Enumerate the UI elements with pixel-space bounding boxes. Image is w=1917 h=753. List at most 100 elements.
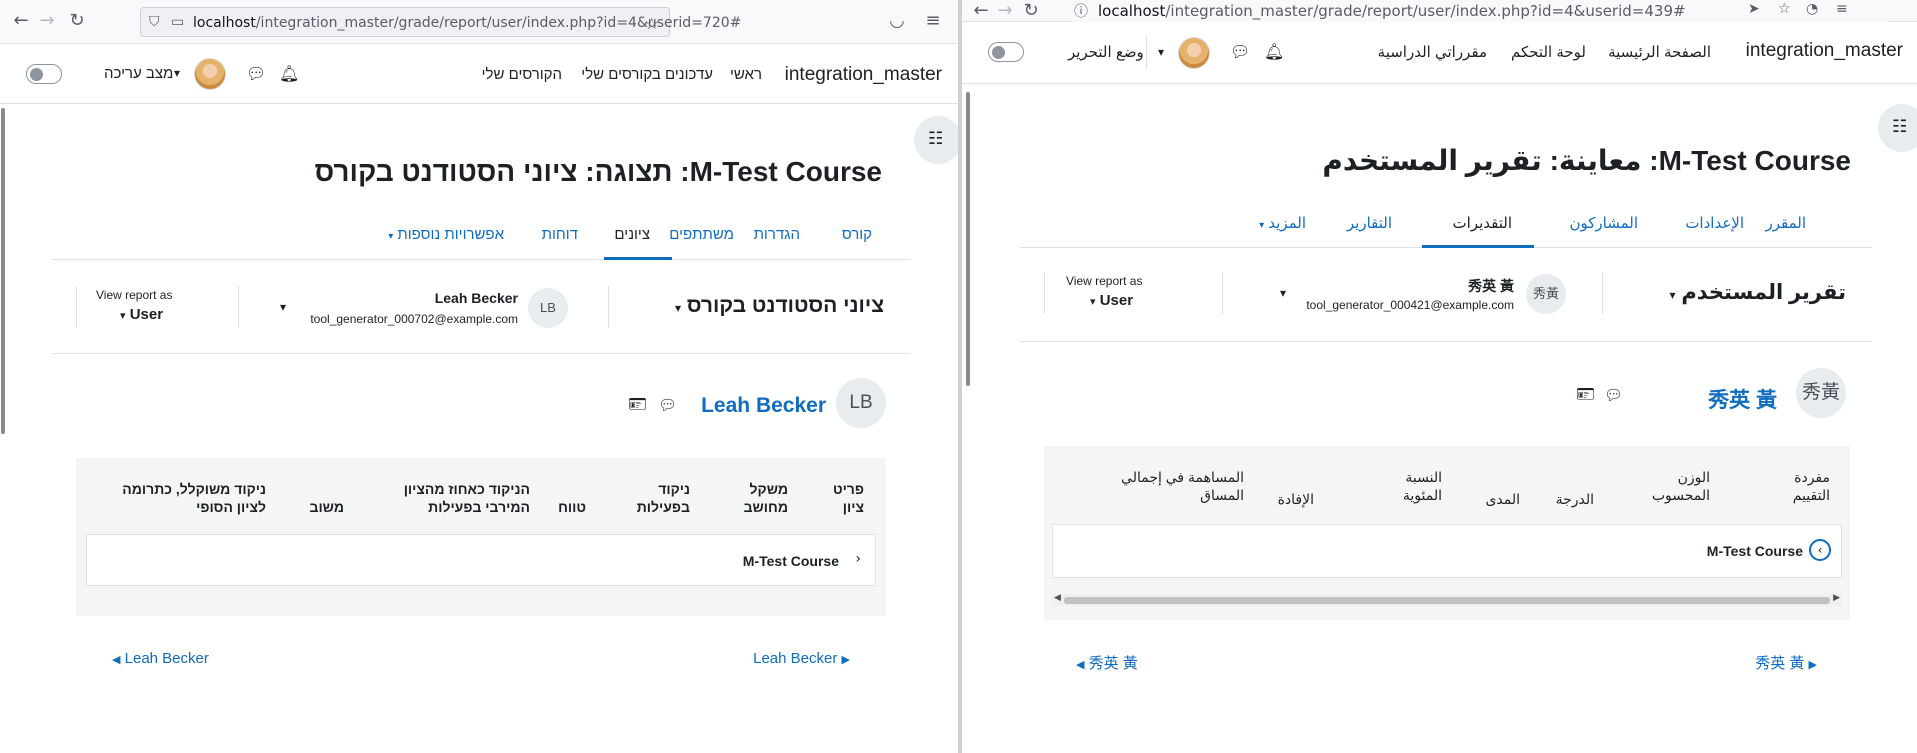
user-big-avatar: LB xyxy=(836,378,886,428)
url-text[interactable]: localhost/integration_master/grade/repor… xyxy=(1098,2,1686,20)
tab-settings[interactable]: הגדרות xyxy=(754,226,800,243)
moodle-navbar: integration_master الصفحة الرئيسية لوحة … xyxy=(962,22,1917,84)
scroll-left-icon[interactable]: ◀ xyxy=(1054,593,1061,603)
star-icon[interactable]: ☆ xyxy=(1778,1,1791,17)
nav-home[interactable]: ראשי xyxy=(730,66,762,83)
menu-icon[interactable]: ≡ xyxy=(922,10,944,32)
chevron-down-icon: ▾ xyxy=(1669,288,1676,302)
edit-mode-toggle[interactable] xyxy=(988,42,1024,62)
col-calculated-weight: משקל מחושב xyxy=(743,481,788,515)
url-text[interactable]: localhost/integration_master/grade/repor… xyxy=(193,15,741,31)
user-selector-chevron-icon[interactable]: ▾ xyxy=(1280,286,1286,300)
chevron-down-icon[interactable]: ▾ xyxy=(174,66,180,80)
index-drawer-icon: ☷ xyxy=(1892,117,1908,137)
report-selector[interactable]: تقرير المستخدم ▾ xyxy=(1670,280,1846,305)
collapse-chevron-icon[interactable]: › xyxy=(855,551,861,567)
menu-icon[interactable]: ≡ xyxy=(1836,1,1848,17)
chevron-down-icon: ▾ xyxy=(1090,295,1096,308)
tab-grades[interactable]: ציונים xyxy=(614,226,650,243)
chat-icon[interactable]: 💬︎ xyxy=(1604,386,1623,404)
edit-mode-label: מצב עריכה xyxy=(104,65,174,82)
tab-more[interactable]: المزيد ▾ xyxy=(1259,214,1306,232)
caret-right-icon: ▶ xyxy=(1808,658,1817,671)
scroll-right-icon[interactable]: ▶ xyxy=(1833,593,1840,603)
chevron-down-icon: ▾ xyxy=(675,301,682,315)
page-title: M-Test Course: תצוגה: ציוני הסטודנט בקור… xyxy=(314,156,882,187)
table-row[interactable]: ‹ M-Test Course xyxy=(1052,524,1842,578)
site-brand[interactable]: integration_master xyxy=(785,64,942,86)
shield-icon: ⛉ xyxy=(149,14,160,30)
caret-right-icon: ▶ xyxy=(841,653,850,666)
chevron-down-icon[interactable]: ▾ xyxy=(1158,45,1164,59)
reload-icon[interactable]: ↻ xyxy=(1020,0,1042,22)
forward-arrow-icon[interactable]: → xyxy=(994,0,1016,22)
view-report-as-select[interactable]: ▾ User xyxy=(120,306,163,323)
user-avatar[interactable] xyxy=(1178,37,1210,69)
col-feedback: משוב xyxy=(309,499,345,515)
reload-icon[interactable]: ↻ xyxy=(66,10,88,32)
nav-my-updates[interactable]: עדכונים בקורסים שלי xyxy=(581,66,713,83)
bell-icon[interactable]: 🔔︎ xyxy=(279,64,299,83)
nav-my-courses[interactable]: הקורסים שלי xyxy=(482,66,562,83)
pager-next[interactable]: Leah Becker ▶ xyxy=(753,650,850,667)
chevron-down-icon: ▾ xyxy=(388,231,394,242)
col-grade-item: مفردة التقييم xyxy=(1792,469,1830,503)
col-contribution: المساهمة في إجمالي المساق xyxy=(1121,469,1244,503)
chat-icon[interactable]: 💬︎ xyxy=(246,64,266,83)
tab-course[interactable]: קורס xyxy=(842,226,872,243)
edit-mode-toggle[interactable] xyxy=(26,64,62,84)
contact-card-icon[interactable]: 🪪︎ xyxy=(628,395,647,413)
tab-grades[interactable]: التقديرات xyxy=(1453,214,1512,232)
collapse-chevron-icon[interactable]: ‹ xyxy=(1809,539,1831,561)
send-icon[interactable]: ➤ xyxy=(1748,1,1760,17)
tertiary-navigation: تقرير المستخدم ▾ 秀黃 秀英 黃 tool_generator_… xyxy=(1020,260,1872,342)
back-arrow-icon[interactable]: ← xyxy=(10,10,32,32)
profile-icon[interactable]: ◔ xyxy=(1806,1,1818,17)
table-horizontal-scrollbar[interactable]: ◀ ▶ xyxy=(1052,593,1842,606)
scrollbar-thumb[interactable] xyxy=(1064,597,1830,604)
view-report-as-select[interactable]: ▾ User xyxy=(1090,292,1133,309)
page-scrollbar[interactable] xyxy=(966,92,970,386)
pager-previous[interactable]: ◀ 秀英 黃 xyxy=(1076,652,1138,673)
chat-icon[interactable]: 💬︎ xyxy=(1230,42,1250,61)
selected-user-email: tool_generator_000421@example.com xyxy=(1306,298,1514,312)
edit-mode-label: وضع التحرير xyxy=(1068,44,1144,61)
table-row[interactable]: › M-Test Course xyxy=(86,534,876,586)
report-selector[interactable]: ציוני הסטודנט בקורס ▾ xyxy=(675,294,884,318)
index-drawer-button[interactable]: ☷ xyxy=(1878,104,1917,152)
chat-icon[interactable]: 💬︎ xyxy=(658,396,677,414)
back-arrow-icon[interactable]: ← xyxy=(970,0,992,22)
selected-user-name[interactable]: Leah Becker xyxy=(435,290,518,306)
url-bar[interactable]: ⛉ ▭ localhost/integration_master/grade/r… xyxy=(140,7,741,37)
tab-reports[interactable]: דוחות xyxy=(542,226,578,243)
browser-window-right: ← → ↻ ⓘ localhost/integration_master/gra… xyxy=(962,0,1917,753)
browser-window-left: ← → ↻ ⛉ ▭ localhost/integration_master/g… xyxy=(0,0,958,753)
user-full-name[interactable]: 秀英 黃 xyxy=(1708,384,1777,414)
pocket-icon[interactable]: ◡ xyxy=(886,10,908,32)
page-scrollbar[interactable] xyxy=(1,108,5,434)
index-drawer-button[interactable]: ☷ xyxy=(914,116,958,164)
col-grade: ניקוד בפעילות xyxy=(636,481,690,515)
pager-next[interactable]: 秀英 黃 ▶ xyxy=(1755,652,1817,673)
site-brand[interactable]: integration_master xyxy=(1746,40,1903,62)
tab-reports[interactable]: التقارير xyxy=(1347,214,1392,232)
col-feedback: الإفادة xyxy=(1277,491,1314,507)
selected-user-name[interactable]: 秀英 黃 xyxy=(1468,276,1514,296)
user-avatar[interactable] xyxy=(194,58,226,90)
nav-my-courses[interactable]: مقرراتي الدراسية xyxy=(1378,43,1487,61)
nav-dashboard[interactable]: لوحة التحكم xyxy=(1511,43,1586,61)
star-icon[interactable]: ☆ xyxy=(645,14,659,33)
forward-arrow-icon[interactable]: → xyxy=(36,10,58,32)
user-full-name[interactable]: Leah Becker xyxy=(701,394,826,418)
tab-participants[interactable]: المشاركون xyxy=(1569,214,1638,232)
tab-participants[interactable]: משתתפים xyxy=(669,226,734,243)
url-bar[interactable]: ⓘ localhost/integration_master/grade/rep… xyxy=(1070,0,1890,22)
tab-more[interactable]: אפשרויות נוספות ▾ xyxy=(388,226,504,243)
bell-icon[interactable]: 🔔︎ xyxy=(1264,42,1284,61)
nav-home[interactable]: الصفحة الرئيسية xyxy=(1608,43,1711,61)
tab-course[interactable]: المقرر xyxy=(1765,214,1806,232)
tab-settings[interactable]: الإعدادات xyxy=(1685,214,1744,232)
contact-card-icon[interactable]: 🪪︎ xyxy=(1576,385,1595,403)
user-selector-chevron-icon[interactable]: ▾ xyxy=(280,300,286,314)
pager-previous[interactable]: ◀ Leah Becker xyxy=(112,650,209,667)
